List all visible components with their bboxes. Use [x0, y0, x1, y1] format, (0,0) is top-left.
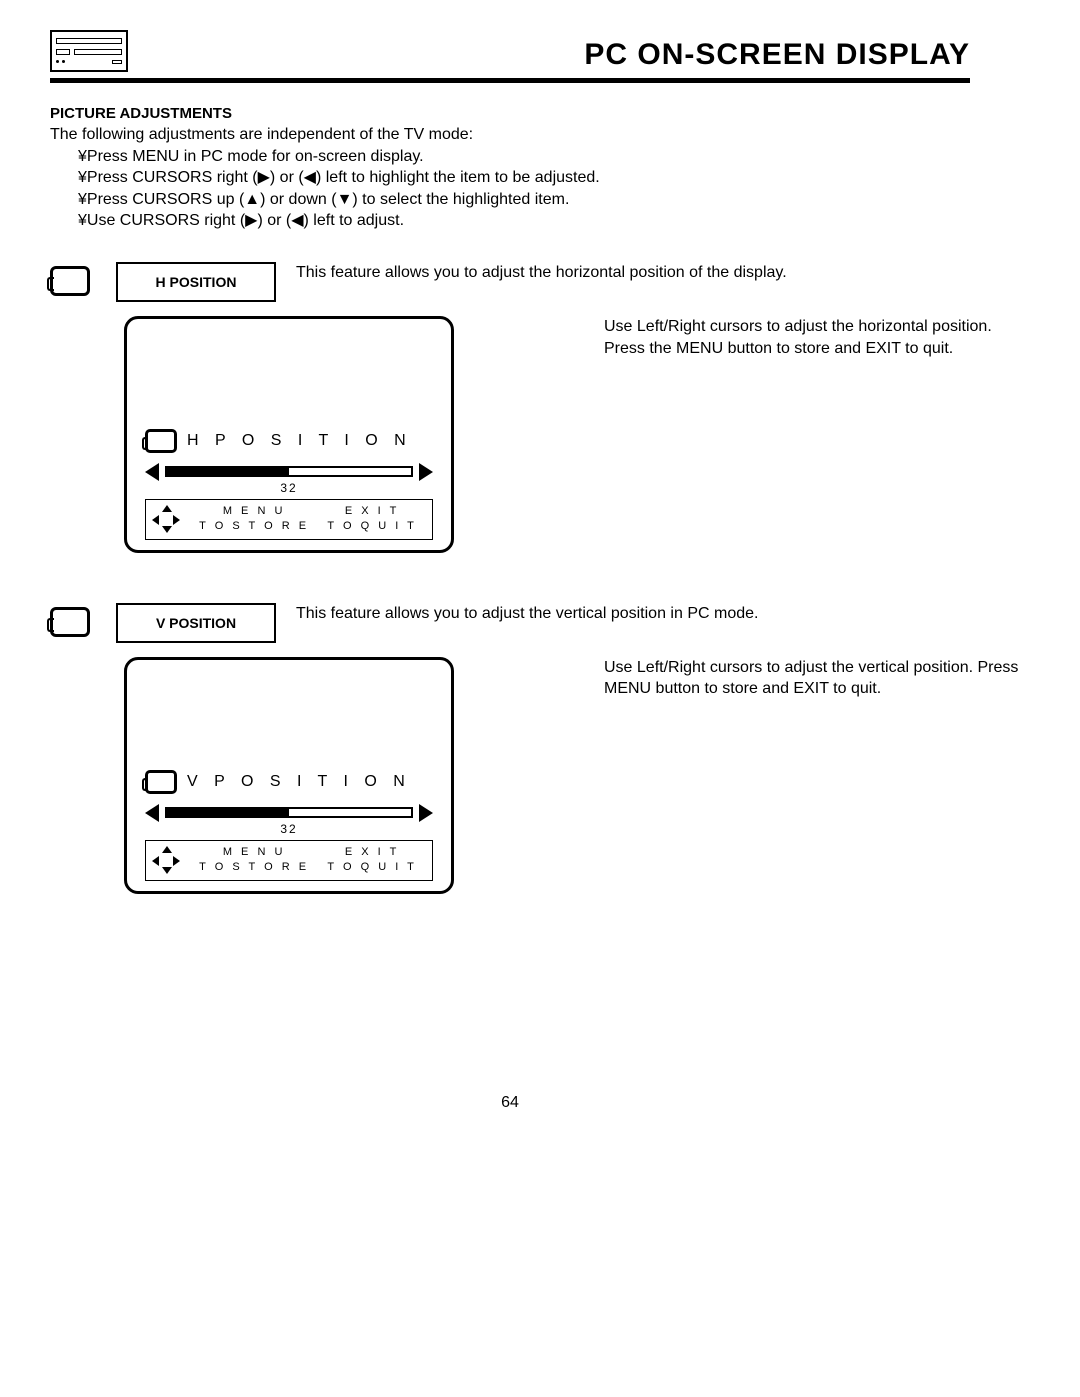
osd-screen: V P O S I T I O N 32 M E N U T O [124, 657, 454, 894]
tv-icon [50, 607, 90, 637]
page-title: PC ON-SCREEN DISPLAY [584, 38, 970, 72]
feature-label-box: V POSITION [116, 603, 276, 643]
section-heading: PICTURE ADJUSTMENTS [50, 105, 970, 122]
header-divider [50, 78, 970, 83]
tv-icon [50, 266, 90, 296]
feature-instruction: Use Left/Right cursors to adjust the hor… [604, 316, 1024, 359]
menu-instruction: M E N U T O S T O R E [199, 845, 309, 876]
slider-track [165, 807, 413, 818]
feature-block-h-position: H POSITION This feature allows you to ad… [50, 262, 970, 553]
bullet-line: ¥Press CURSORS up (▲) or down (▼) to sel… [50, 189, 970, 211]
bullet-line: ¥Press MENU in PC mode for on-screen dis… [50, 146, 970, 168]
feature-label-box: H POSITION [116, 262, 276, 302]
feature-description: This feature allows you to adjust the ve… [296, 603, 758, 623]
osd-title: V P O S I T I O N [187, 773, 411, 791]
bullet-line: ¥Press CURSORS right (▶) or (◀) left to … [50, 167, 970, 189]
tv-icon [145, 429, 177, 453]
arrow-right-icon [419, 804, 433, 822]
bullet-line: ¥Use CURSORS right (▶) or (◀) left to ad… [50, 210, 970, 232]
feature-block-v-position: V POSITION This feature allows you to ad… [50, 603, 970, 894]
menu-instruction: M E N U T O S T O R E [199, 504, 309, 535]
slider-value: 32 [145, 822, 433, 836]
tv-icon [145, 770, 177, 794]
device-illustration-icon [50, 30, 128, 72]
dpad-icon [152, 505, 180, 533]
arrow-left-icon [145, 804, 159, 822]
exit-instruction: E X I T T O Q U I T [327, 845, 416, 876]
osd-title: H P O S I T I O N [187, 432, 412, 450]
exit-instruction: E X I T T O Q U I T [327, 504, 416, 535]
slider-value: 32 [145, 481, 433, 495]
feature-instruction: Use Left/Right cursors to adjust the ver… [604, 657, 1024, 700]
dpad-icon [152, 846, 180, 874]
page-number: 64 [50, 1094, 970, 1112]
slider-track [165, 466, 413, 477]
osd-screen: H P O S I T I O N 32 M E N U T O [124, 316, 454, 553]
feature-description: This feature allows you to adjust the ho… [296, 262, 787, 282]
slider-control [145, 804, 433, 822]
osd-footer: M E N U T O S T O R E E X I T T O Q U I … [145, 840, 433, 881]
arrow-left-icon [145, 463, 159, 481]
intro-line: The following adjustments are independen… [50, 124, 970, 146]
intro-paragraph: The following adjustments are independen… [50, 124, 970, 232]
osd-footer: M E N U T O S T O R E E X I T T O Q U I … [145, 499, 433, 540]
arrow-right-icon [419, 463, 433, 481]
slider-control [145, 463, 433, 481]
